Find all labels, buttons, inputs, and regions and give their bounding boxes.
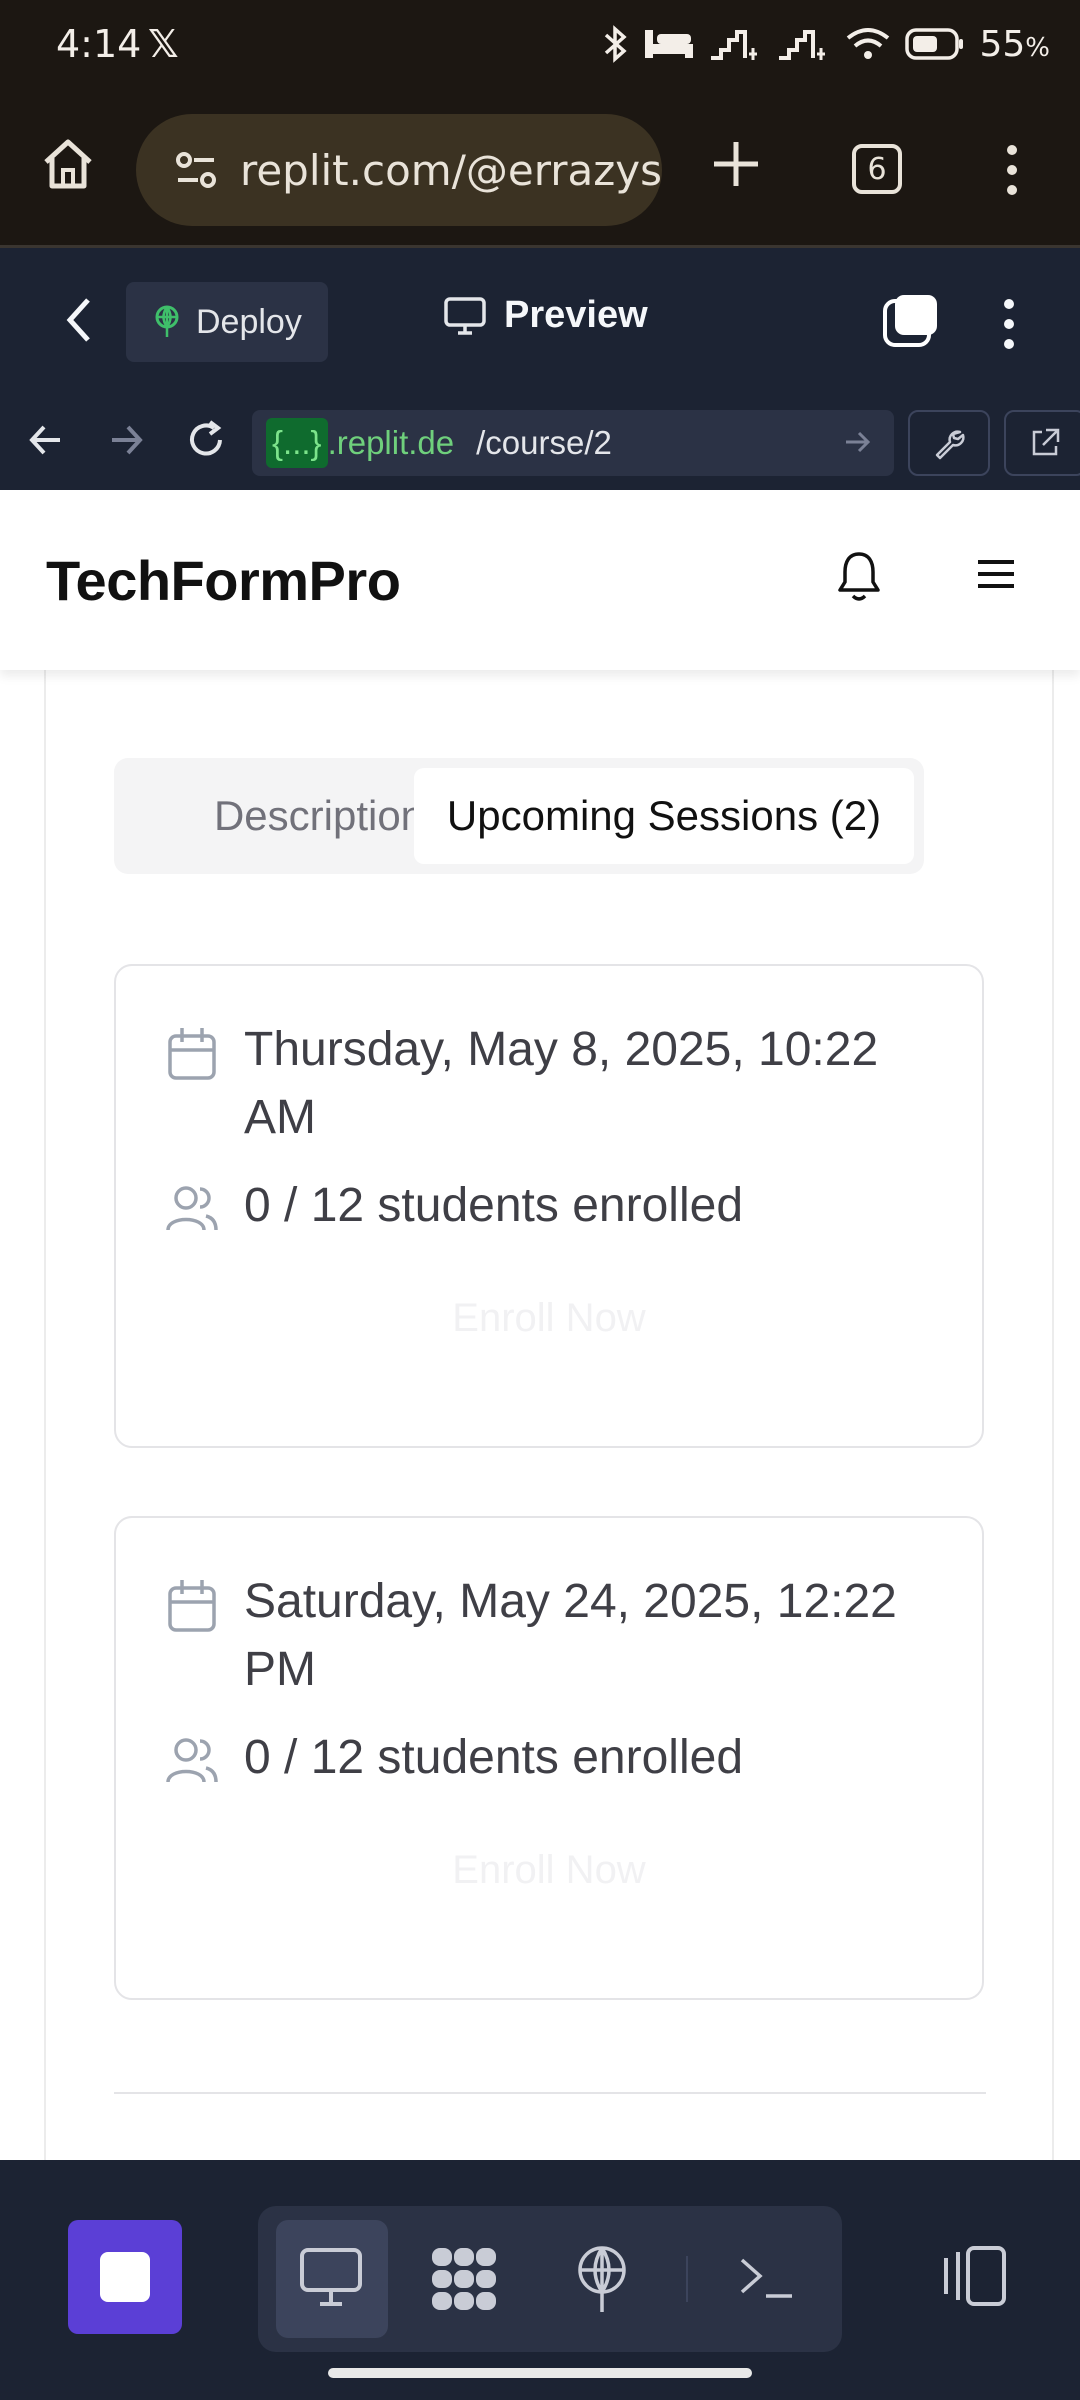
devtools-button[interactable] [908, 410, 990, 476]
back-chevron-icon[interactable] [60, 294, 100, 346]
course-tabs: Description Upcoming Sessions (2) [114, 758, 924, 874]
stop-icon [100, 2252, 150, 2302]
site-logo[interactable]: TechFormPro [46, 548, 401, 613]
tab-switcher-button[interactable]: 6 [852, 144, 902, 194]
deploy-icon [155, 305, 179, 337]
hamburger-menu-icon[interactable] [974, 556, 1018, 592]
go-arrow-icon[interactable] [842, 426, 874, 458]
session-card: Saturday, May 24, 2025, 12:22 PM 0 / 12 … [114, 1516, 984, 2000]
session-card: Thursday, May 8, 2025, 10:22 AM 0 / 12 s… [114, 964, 984, 1448]
open-external-button[interactable] [1004, 410, 1080, 476]
panels-icon[interactable] [938, 2244, 1008, 2308]
repl-id-tag: {...} [266, 418, 328, 468]
bell-icon[interactable] [834, 548, 884, 604]
home-icon[interactable] [40, 136, 96, 192]
browser-menu-icon[interactable] [998, 140, 1026, 200]
address-bar[interactable]: replit.com/@errazysı [136, 114, 662, 226]
session-enrollment: 0 / 12 students enrolled [244, 1179, 744, 1232]
workspace-tools [258, 2206, 842, 2352]
battery-level: 55% [979, 23, 1050, 65]
session-enrollment-row: 0 / 12 students enrolled [164, 1724, 934, 1792]
preview-url-field[interactable]: {...} .replit.de /course/2 [252, 410, 894, 476]
preview-page: TechFormPro Description Upcoming Session… [0, 490, 1080, 2160]
preview-path: /course/2 [476, 424, 612, 461]
tab-count: 6 [867, 151, 887, 187]
users-icon [166, 1738, 218, 1783]
signal-1-icon [711, 30, 758, 60]
signal-2-icon [779, 30, 826, 60]
status-bar: 4:14 𝕏 55% [0, 0, 1080, 92]
preview-label: Preview [504, 294, 648, 336]
monitor-tool-icon[interactable] [298, 2246, 364, 2308]
files-grid-icon[interactable] [430, 2246, 498, 2312]
section-divider [114, 2092, 986, 2094]
reload-icon[interactable] [184, 418, 228, 462]
tool-separator [686, 2256, 688, 2302]
deploy-button[interactable]: Deploy [126, 282, 328, 362]
calendar-icon [168, 1028, 216, 1080]
new-tab-icon[interactable] [706, 134, 766, 194]
session-datetime-row: Thursday, May 8, 2025, 10:22 AM [164, 1016, 934, 1152]
wrench-icon [935, 430, 965, 460]
browser-toolbar: replit.com/@errazysı 6 [0, 92, 1080, 248]
session-datetime-row: Saturday, May 24, 2025, 12:22 PM [164, 1568, 934, 1704]
shell-icon[interactable] [736, 2246, 796, 2306]
session-datetime: Thursday, May 8, 2025, 10:22 AM [244, 1023, 879, 1144]
preview-back-icon[interactable] [26, 418, 66, 462]
system-icons: 55% [603, 18, 1050, 70]
session-enrollment: 0 / 12 students enrolled [244, 1731, 744, 1784]
replit-bottom-bar [0, 2160, 1080, 2400]
deploy-label: Deploy [196, 302, 302, 341]
tab-upcoming-sessions[interactable]: Upcoming Sessions (2) [414, 768, 914, 864]
address-url: replit.com/@errazysı [240, 145, 662, 195]
site-settings-icon[interactable] [174, 150, 218, 190]
monitor-icon [444, 296, 486, 335]
enroll-now-button[interactable]: Enroll Now [116, 1848, 982, 1893]
external-link-icon [1032, 428, 1060, 456]
preview-tab[interactable]: Preview [444, 294, 648, 337]
session-datetime: Saturday, May 24, 2025, 12:22 PM [244, 1575, 897, 1696]
status-time: 4:14 [56, 22, 142, 66]
wifi-icon [847, 28, 890, 59]
new-pane-icon[interactable] [882, 292, 940, 350]
bluetooth-icon [605, 25, 628, 63]
replit-header: Deploy Preview [0, 248, 1080, 394]
x-app-icon: 𝕏 [148, 22, 179, 66]
session-enrollment-row: 0 / 12 students enrolled [164, 1172, 934, 1240]
deployments-icon[interactable] [574, 2246, 630, 2314]
sleep-mode-icon [645, 30, 694, 58]
preview-host: .replit.de [327, 424, 455, 461]
gesture-bar[interactable] [328, 2368, 752, 2378]
calendar-icon [168, 1580, 216, 1632]
battery-icon [905, 28, 964, 60]
enroll-now-button[interactable]: Enroll Now [116, 1296, 982, 1341]
replit-menu-icon[interactable] [996, 296, 1022, 352]
preview-forward-icon[interactable] [106, 418, 146, 462]
site-header: TechFormPro [0, 490, 1080, 670]
stop-button[interactable] [68, 2220, 182, 2334]
users-icon [166, 1186, 218, 1231]
preview-url-bar: {...} .replit.de /course/2 [0, 394, 1080, 490]
